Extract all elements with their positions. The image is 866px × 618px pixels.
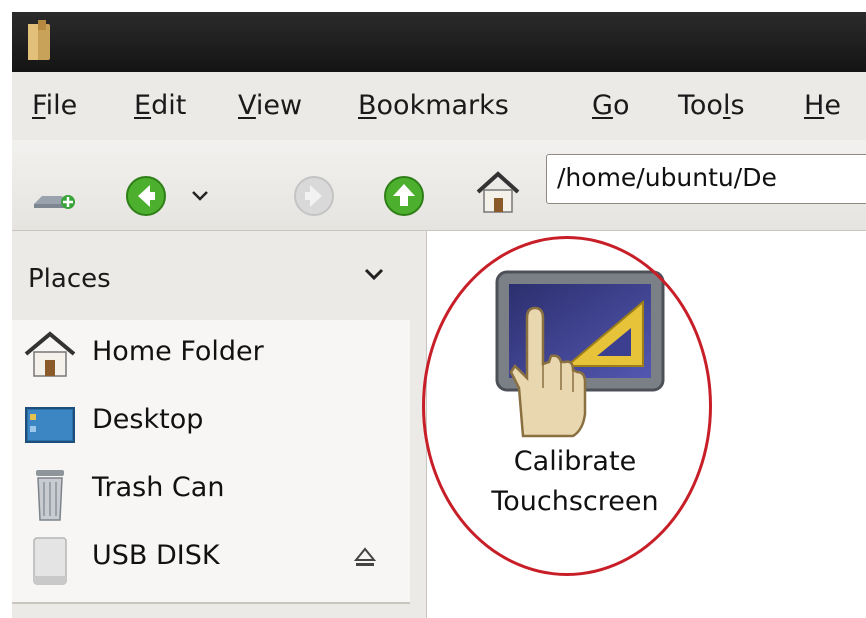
sidebar-item-usb-disk[interactable]: USB DISK	[12, 524, 410, 592]
file-manager-window: File Edit View Bookmarks Go Tools He /ho…	[0, 0, 866, 618]
location-entry[interactable]: /home/ubuntu/De	[546, 154, 866, 204]
menu-label: o	[612, 90, 630, 121]
home-icon	[24, 331, 76, 377]
menu-label: iew	[255, 90, 303, 121]
sidebar-item-label: Home Folder	[92, 336, 264, 367]
menu-bookmarks[interactable]: Bookmarks	[358, 90, 509, 121]
home-icon[interactable]	[474, 170, 522, 216]
menu-label: ookmarks	[376, 90, 509, 121]
sidebar-item-home-folder[interactable]: Home Folder	[12, 320, 410, 388]
menu-go[interactable]: Go	[592, 90, 629, 121]
sidebar-item-label: Trash Can	[92, 472, 225, 503]
menu-accel: E	[134, 90, 152, 121]
menu-edit[interactable]: Edit	[134, 90, 186, 121]
menu-accel: H	[804, 90, 825, 121]
sidebar-item-trash-can[interactable]: Trash Can	[12, 456, 410, 524]
eject-icon[interactable]	[352, 544, 378, 570]
usb-drive-icon	[33, 537, 67, 585]
places-list: Home Folder Desktop Trash Can USB DISK	[12, 320, 410, 602]
trash-icon	[36, 470, 64, 521]
title-bar[interactable]	[12, 12, 866, 72]
menu-tools[interactable]: Tools	[678, 90, 745, 121]
menu-help[interactable]: He	[804, 90, 841, 121]
sidebar-item-desktop[interactable]: Desktop	[12, 388, 410, 456]
places-header: Places	[28, 264, 111, 294]
menu-label: ile	[45, 90, 78, 121]
menu-label: s	[730, 90, 745, 121]
new-tab-icon[interactable]	[32, 188, 76, 212]
menu-label: dit	[151, 90, 187, 121]
menu-accel: V	[238, 90, 256, 121]
menu-view[interactable]: View	[238, 90, 302, 121]
menu-file[interactable]: File	[32, 90, 77, 121]
menu-label: Too	[678, 90, 723, 121]
history-dropdown-icon[interactable]	[188, 184, 212, 208]
menu-label: e	[824, 90, 841, 121]
chevron-down-icon[interactable]	[360, 258, 388, 290]
menu-accel: B	[358, 90, 377, 121]
desktop-icon	[25, 407, 75, 443]
divider	[12, 602, 410, 604]
sidebar-item-label: USB DISK	[92, 540, 220, 571]
forward-icon[interactable]	[292, 174, 336, 218]
menu-bar: File Edit View Bookmarks Go Tools He	[12, 72, 866, 141]
back-icon[interactable]	[124, 174, 168, 218]
menu-accel: F	[32, 90, 46, 121]
menu-accel: G	[592, 90, 613, 121]
sidebar-item-label: Desktop	[92, 404, 204, 435]
up-icon[interactable]	[382, 174, 426, 218]
toolbar: /home/ubuntu/De	[12, 140, 866, 231]
folder-icon	[28, 20, 50, 60]
highlight-circle	[422, 236, 712, 576]
